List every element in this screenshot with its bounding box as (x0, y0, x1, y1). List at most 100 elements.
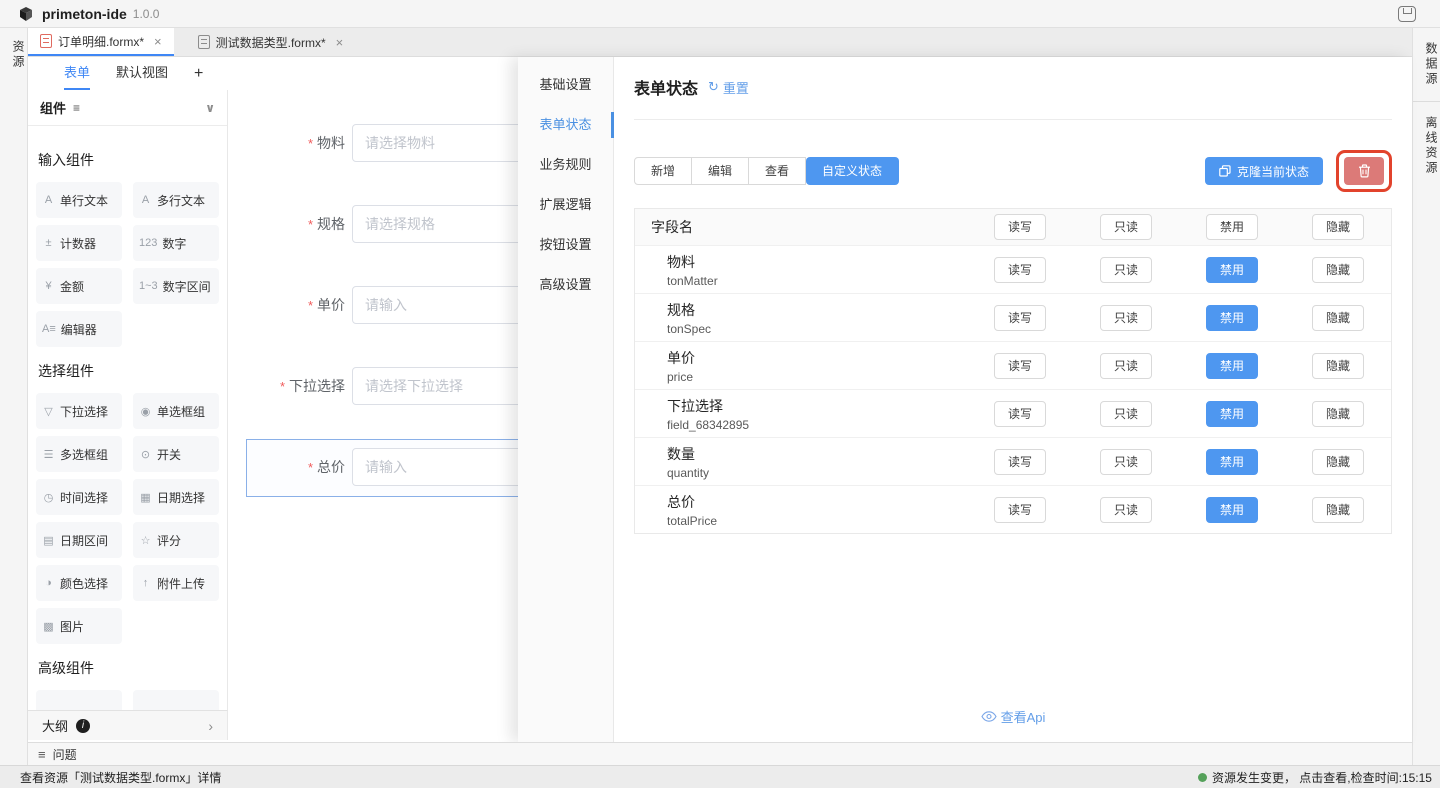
state-hidden-button[interactable]: 隐藏 (1312, 353, 1364, 379)
component-advanced-stub[interactable] (36, 690, 122, 710)
sidebar-item-offline-resources[interactable]: 离线资源 (1413, 116, 1440, 176)
mode-new-button[interactable]: 新增 (634, 157, 692, 185)
component-list: 输入组件 A单行文本 A多行文本 ±计数器 123数字 ¥金额 1~3数字区间 … (28, 126, 227, 710)
component-panel: 组件 ≡ ∨ 输入组件 A单行文本 A多行文本 ±计数器 123数字 ¥金额 1… (28, 90, 228, 710)
reset-link[interactable]: ↻ 重置 (708, 78, 749, 97)
view-tab-default-view[interactable]: 默认视图 (116, 57, 168, 90)
state-disabled-button[interactable]: 禁用 (1206, 257, 1258, 283)
state-readwrite-button[interactable]: 读写 (994, 257, 1046, 283)
component-number-range[interactable]: 1~3数字区间 (133, 268, 219, 304)
component-checkbox-group[interactable]: ☰多选框组 (36, 436, 122, 472)
component-color-picker[interactable]: ◑颜色选择 (36, 565, 122, 601)
header-state-hidden-button[interactable]: 隐藏 (1312, 214, 1364, 240)
field-label: *总价 (228, 448, 345, 487)
component-image[interactable]: ▩图片 (36, 608, 122, 644)
component-editor[interactable]: A≡编辑器 (36, 311, 122, 347)
required-asterisk: * (280, 379, 285, 394)
tab-test-datatypes-formx[interactable]: 测试数据类型.formx* × (186, 28, 356, 56)
status-right[interactable]: 资源发生变更， 点击查看,检查时间:15:15 (1198, 769, 1432, 786)
tab-label: 测试数据类型.formx* (216, 34, 326, 51)
component-amount[interactable]: ¥金额 (36, 268, 122, 304)
state-disabled-button[interactable]: 禁用 (1206, 353, 1258, 379)
sidebar-item-resources[interactable]: 资源 (0, 40, 27, 70)
component-panel-header[interactable]: 组件 ≡ ∨ (28, 90, 227, 126)
header-state-readwrite-button[interactable]: 读写 (994, 214, 1046, 240)
view-api-link[interactable]: 查看Api (981, 707, 1046, 726)
component-attachment-upload[interactable]: ↑附件上传 (133, 565, 219, 601)
component-radio-group[interactable]: ◉单选框组 (133, 393, 219, 429)
close-icon[interactable]: × (336, 35, 344, 50)
state-readwrite-button[interactable]: 读写 (994, 401, 1046, 427)
mode-custom-state-button[interactable]: 自定义状态 (806, 157, 899, 185)
text-icon: A (42, 194, 55, 206)
close-icon[interactable]: × (154, 34, 162, 49)
header-state-readonly-button[interactable]: 只读 (1100, 214, 1152, 240)
state-disabled-button[interactable]: 禁用 (1206, 401, 1258, 427)
state-readonly-button[interactable]: 只读 (1100, 353, 1152, 379)
state-readwrite-button[interactable]: 读写 (994, 497, 1046, 523)
clone-current-state-button[interactable]: 克隆当前状态 (1205, 157, 1323, 185)
header-state-disabled-button[interactable]: 禁用 (1206, 214, 1258, 240)
state-readonly-button[interactable]: 只读 (1100, 497, 1152, 523)
chevron-down-icon[interactable]: ∨ (205, 101, 215, 115)
state-readwrite-button[interactable]: 读写 (994, 353, 1046, 379)
state-readwrite-button[interactable]: 读写 (994, 449, 1046, 475)
component-label: 日期区间 (60, 532, 108, 549)
state-readwrite-button[interactable]: 读写 (994, 305, 1046, 331)
form-state-panel: 表单状态 ↻ 重置 新增 编辑 查看 自定义状态 克隆当前状态 (614, 57, 1412, 742)
mode-view-button[interactable]: 查看 (749, 157, 806, 185)
settings-menu-extension-logic[interactable]: 扩展逻辑 (518, 185, 613, 225)
component-label: 颜色选择 (60, 575, 108, 592)
settings-menu-basic[interactable]: 基础设置 (518, 65, 613, 105)
state-hidden-button[interactable]: 隐藏 (1312, 257, 1364, 283)
state-disabled-button[interactable]: 禁用 (1206, 449, 1258, 475)
settings-menu-form-state[interactable]: 表单状态 (518, 105, 613, 145)
settings-menu-button-settings[interactable]: 按钮设置 (518, 225, 613, 265)
state-hidden-button[interactable]: 隐藏 (1312, 305, 1364, 331)
state-readonly-button[interactable]: 只读 (1100, 257, 1152, 283)
file-icon (40, 34, 52, 48)
problems-bar[interactable]: ≡ 问题 (28, 742, 1412, 765)
state-disabled-button[interactable]: 禁用 (1206, 497, 1258, 523)
outline-bar[interactable]: 大纲 i › (28, 710, 228, 740)
mode-edit-button[interactable]: 编辑 (692, 157, 749, 185)
tab-label: 订单明细.formx* (58, 33, 144, 50)
panel-toggle-icon[interactable] (1398, 6, 1416, 22)
component-time-picker[interactable]: ◷时间选择 (36, 479, 122, 515)
state-hidden-button[interactable]: 隐藏 (1312, 401, 1364, 427)
table-row-price: 单价price 读写 只读 禁用 隐藏 (635, 341, 1391, 389)
chevron-right-icon[interactable]: › (208, 718, 213, 734)
component-label: 开关 (157, 446, 181, 463)
component-switch[interactable]: ⊙开关 (133, 436, 219, 472)
field-code: quantity (667, 466, 967, 480)
state-readonly-button[interactable]: 只读 (1100, 305, 1152, 331)
component-dropdown-select[interactable]: ▽下拉选择 (36, 393, 122, 429)
component-counter[interactable]: ±计数器 (36, 225, 122, 261)
view-tab-form[interactable]: 表单 (64, 57, 90, 90)
component-rating[interactable]: ☆评分 (133, 522, 219, 558)
tab-order-detail-formx[interactable]: 订单明细.formx* × (28, 28, 174, 56)
state-disabled-button[interactable]: 禁用 (1206, 305, 1258, 331)
field-label: 规格 (667, 300, 967, 320)
component-date-picker[interactable]: ▦日期选择 (133, 479, 219, 515)
field-label: 下拉选择 (667, 396, 967, 416)
component-advanced-stub[interactable] (133, 690, 219, 710)
component-single-line-text[interactable]: A单行文本 (36, 182, 122, 218)
state-readonly-button[interactable]: 只读 (1100, 401, 1152, 427)
delete-state-button[interactable] (1344, 157, 1384, 185)
view-api-label: 查看Api (1001, 707, 1046, 726)
component-number[interactable]: 123数字 (133, 225, 219, 261)
sidebar-item-datasource[interactable]: 数据源 (1413, 42, 1440, 87)
required-asterisk: * (308, 136, 313, 151)
state-hidden-button[interactable]: 隐藏 (1312, 497, 1364, 523)
component-label: 编辑器 (61, 321, 97, 338)
component-multi-line-text[interactable]: A多行文本 (133, 182, 219, 218)
add-view-icon[interactable]: + (194, 65, 203, 83)
settings-menu-business-rules[interactable]: 业务规则 (518, 145, 613, 185)
menu-icon[interactable]: ≡ (73, 101, 80, 115)
state-readonly-button[interactable]: 只读 (1100, 449, 1152, 475)
status-left-text[interactable]: 查看资源「测试数据类型.formx」详情 (20, 769, 221, 786)
component-date-range[interactable]: ▤日期区间 (36, 522, 122, 558)
settings-menu-advanced[interactable]: 高级设置 (518, 265, 613, 305)
state-hidden-button[interactable]: 隐藏 (1312, 449, 1364, 475)
